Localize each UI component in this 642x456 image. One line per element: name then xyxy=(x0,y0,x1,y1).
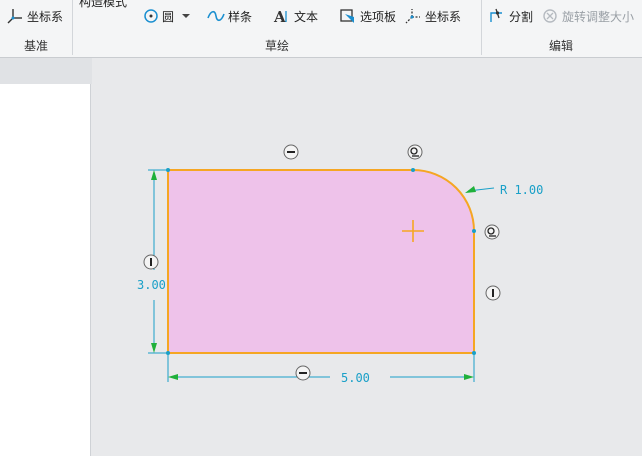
group-label-datum: 基准 xyxy=(24,39,49,53)
sketch-svg: 3.00 5.00 R 1.00 xyxy=(137,144,543,385)
rotate-resize-icon xyxy=(543,9,557,23)
group-label-edit: 编辑 xyxy=(549,39,574,53)
datum-csys-label: 坐标系 xyxy=(27,9,64,24)
coordinate-system-icon xyxy=(405,9,420,24)
vertex-point[interactable] xyxy=(411,168,415,172)
divide-button[interactable]: 分割 xyxy=(488,6,533,26)
horizontal-constraint-icon[interactable] xyxy=(283,144,299,160)
group-separator xyxy=(72,0,73,55)
graphics-canvas[interactable]: 3.00 5.00 R 1.00 xyxy=(92,58,642,456)
circle-label: 圆 xyxy=(162,9,175,24)
chevron-down-icon[interactable] xyxy=(181,12,191,20)
palette-button[interactable]: 选项板 xyxy=(339,6,396,26)
divide-icon xyxy=(490,8,502,22)
model-tree-panel[interactable] xyxy=(0,84,91,456)
vertical-constraint-icon[interactable] xyxy=(143,254,159,270)
rotate-resize-label: 旋转调整大小 xyxy=(562,9,635,24)
tangent-constraint-icon[interactable] xyxy=(484,224,500,240)
spline-icon xyxy=(207,10,225,22)
radius-dimension[interactable]: R 1.00 xyxy=(465,183,543,197)
width-dimension-text[interactable]: 5.00 xyxy=(341,371,370,385)
width-dimension[interactable]: 5.00 xyxy=(167,355,475,385)
tangent-constraint-icon[interactable] xyxy=(407,144,423,160)
spline-button[interactable]: 样条 xyxy=(207,6,252,26)
text-button[interactable]: A 文本 xyxy=(273,6,318,26)
rotate-resize-button[interactable]: 旋转调整大小 xyxy=(541,6,634,26)
construction-mode-button[interactable]: 构造模式 xyxy=(79,0,127,10)
height-dimension-text[interactable]: 3.00 xyxy=(137,278,166,292)
horizontal-constraint-icon[interactable] xyxy=(295,365,311,381)
sketch-csys-label: 坐标系 xyxy=(425,9,462,24)
model-tree-header xyxy=(0,58,92,84)
text-label: 文本 xyxy=(294,9,319,24)
circle-button[interactable]: 圆 xyxy=(143,6,191,26)
radius-dimension-text[interactable]: R 1.00 xyxy=(500,183,543,197)
circle-icon xyxy=(144,9,158,23)
divide-label: 分割 xyxy=(509,9,534,24)
palette-icon xyxy=(340,9,354,23)
sketch-profile[interactable] xyxy=(167,169,475,354)
sketch-csys-button[interactable]: 坐标系 xyxy=(404,6,461,26)
group-separator xyxy=(481,0,482,55)
vertex-point[interactable] xyxy=(472,351,476,355)
text-tool-icon: A xyxy=(273,8,287,24)
datum-csys-button[interactable]: 坐标系 xyxy=(6,6,63,26)
vertical-constraint-icon[interactable] xyxy=(485,285,501,301)
group-label-sketch: 草绘 xyxy=(265,39,290,53)
vertex-point[interactable] xyxy=(472,229,476,233)
coordinate-system-icon xyxy=(7,9,22,24)
ribbon: 坐标系 构造模式 圆 样条 A 文本 选项板 坐标系 分割 旋转调整大小 基准 … xyxy=(0,0,642,58)
svg-text:A: A xyxy=(273,8,286,24)
palette-label: 选项板 xyxy=(360,9,397,24)
spline-label: 样条 xyxy=(228,9,253,24)
